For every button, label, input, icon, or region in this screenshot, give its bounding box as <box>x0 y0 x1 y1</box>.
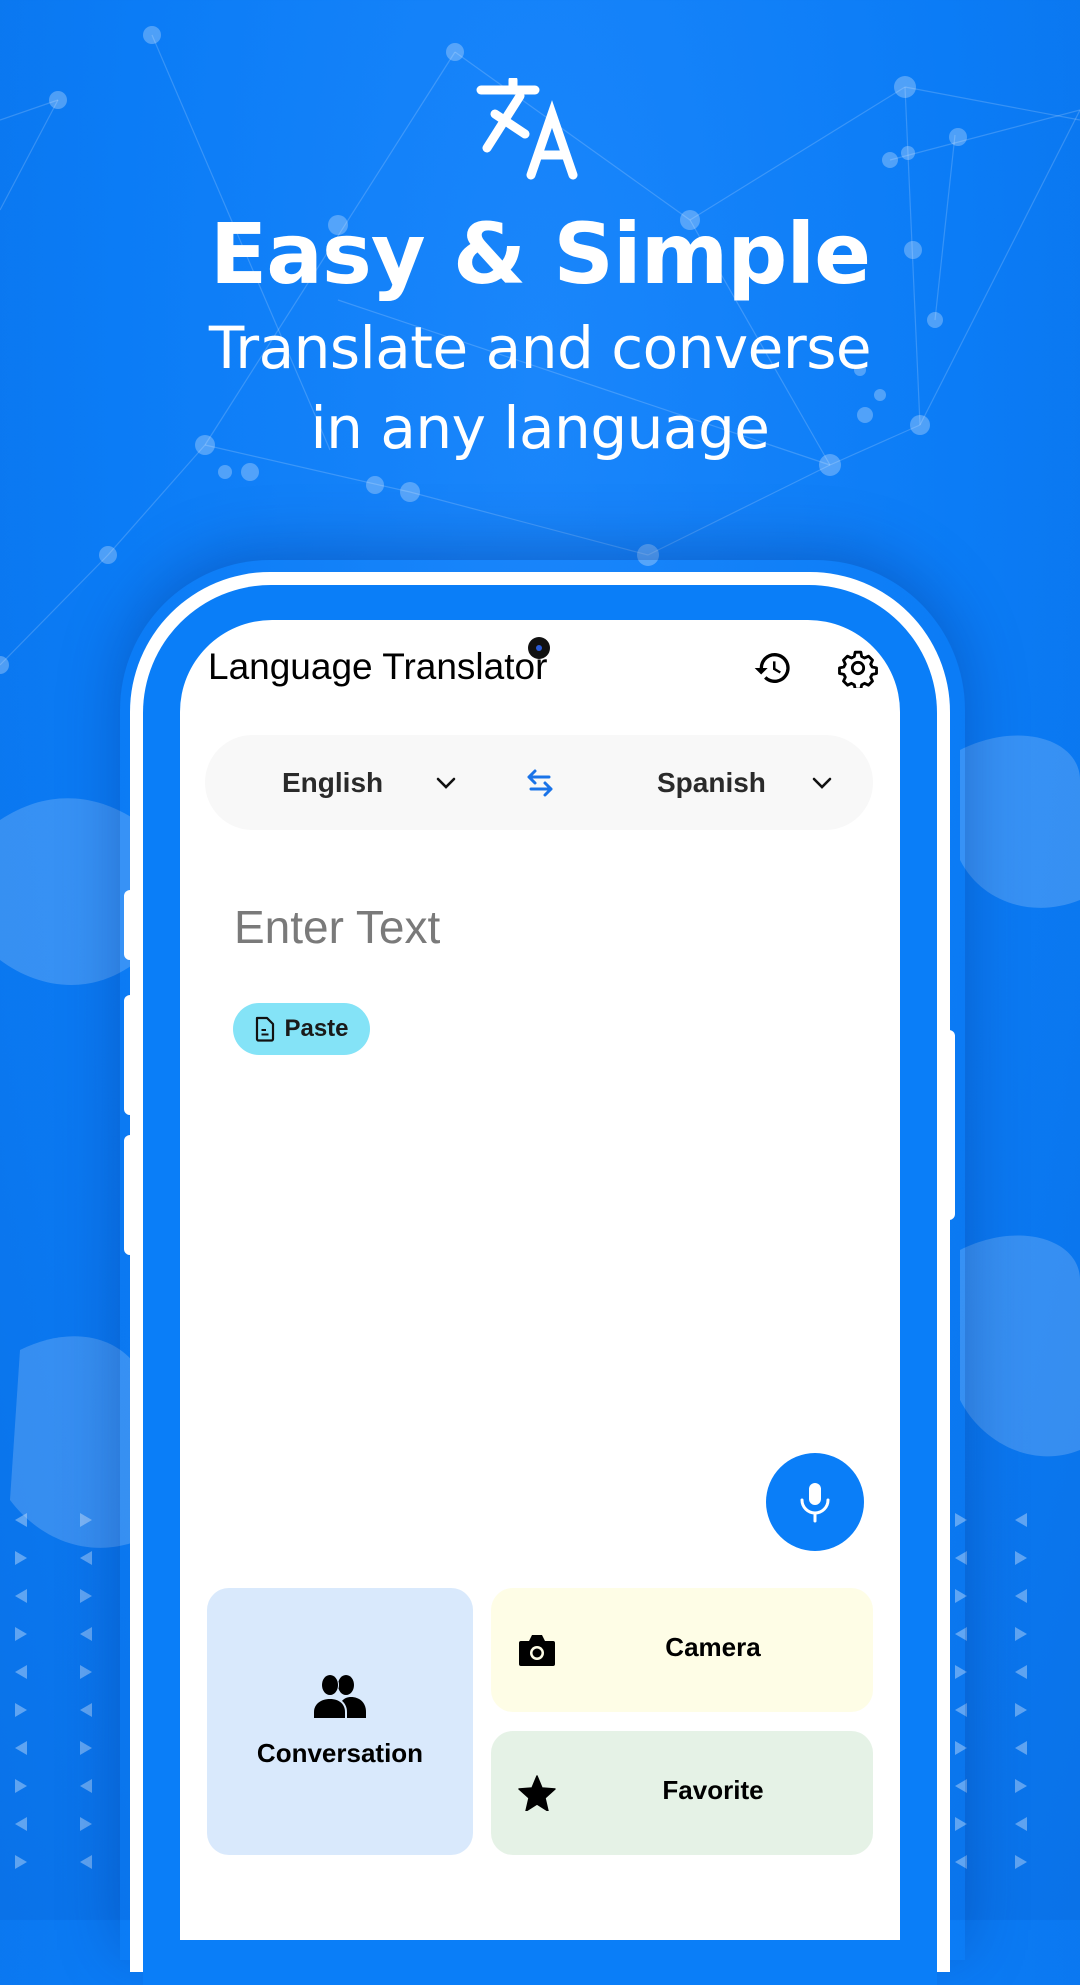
text-input[interactable] <box>234 900 834 954</box>
triangle-decoration <box>15 1779 27 1793</box>
conversation-card[interactable]: Conversation <box>207 1588 473 1855</box>
hero-subtitle-line-2: in any language <box>310 394 770 462</box>
camera-card[interactable]: Camera <box>491 1588 873 1712</box>
chevron-down-icon <box>436 777 456 789</box>
microphone-icon <box>800 1483 830 1523</box>
triangle-decoration <box>15 1627 27 1641</box>
history-icon[interactable] <box>753 648 793 688</box>
triangle-decoration <box>80 1817 92 1831</box>
source-language-dropdown[interactable]: English <box>270 760 460 805</box>
triangle-decoration <box>15 1741 27 1755</box>
triangle-decoration <box>1015 1627 1027 1641</box>
triangle-decoration <box>1015 1741 1027 1755</box>
camera-label-wrap: Camera <box>491 1632 873 1663</box>
phone-side-button-right <box>942 1030 955 1220</box>
triangle-decoration <box>15 1817 27 1831</box>
phone-side-button-left-3 <box>124 1135 138 1255</box>
triangle-decoration <box>80 1627 92 1641</box>
triangle-decoration <box>1015 1513 1027 1527</box>
triangle-decoration <box>1015 1589 1027 1603</box>
triangle-decoration <box>1015 1665 1027 1679</box>
hero-subtitle: Translate and converse in any language <box>0 308 1080 468</box>
paste-button[interactable]: Paste <box>233 1003 370 1055</box>
document-icon <box>256 1016 275 1042</box>
triangle-decoration <box>80 1589 92 1603</box>
triangle-decoration <box>80 1779 92 1793</box>
phone-side-button-left-1 <box>124 890 138 960</box>
triangle-decoration <box>80 1551 92 1565</box>
triangle-decoration <box>80 1741 92 1755</box>
conversation-label: Conversation <box>256 1738 424 1768</box>
favorite-label: Favorite <box>662 1775 764 1805</box>
triangle-decoration <box>15 1589 27 1603</box>
favorite-card[interactable]: Favorite <box>491 1731 873 1855</box>
triangle-decoration <box>15 1665 27 1679</box>
triangle-decoration <box>80 1703 92 1717</box>
triangle-decoration <box>1015 1855 1027 1869</box>
source-language-label: English <box>282 766 384 798</box>
translate-icon <box>476 78 578 180</box>
paste-label: Paste <box>284 1015 349 1042</box>
people-icon <box>312 1674 366 1718</box>
phone-side-button-left-2 <box>124 995 138 1115</box>
triangle-decoration <box>15 1513 27 1527</box>
triangle-decoration <box>80 1665 92 1679</box>
swap-arrows-icon[interactable] <box>525 768 555 798</box>
hero-title: Easy & Simple <box>209 205 871 303</box>
chevron-down-icon <box>812 777 832 789</box>
microphone-button[interactable] <box>766 1453 864 1551</box>
triangle-decoration <box>1015 1779 1027 1793</box>
gear-icon[interactable] <box>838 648 878 688</box>
triangle-decoration <box>1015 1703 1027 1717</box>
triangle-decoration <box>80 1855 92 1869</box>
hero-subtitle-line-1: Translate and converse <box>208 314 872 382</box>
triangle-decoration <box>15 1703 27 1717</box>
triangle-decoration <box>1015 1551 1027 1565</box>
camera-label: Camera <box>665 1632 761 1662</box>
triangle-decoration <box>15 1551 27 1565</box>
favorite-label-wrap: Favorite <box>491 1775 873 1806</box>
app-title: Language Translator <box>208 646 548 687</box>
target-language-dropdown[interactable]: Spanish <box>650 760 840 805</box>
target-language-label: Spanish <box>657 766 766 798</box>
triangle-decoration <box>15 1855 27 1869</box>
triangle-decoration <box>1015 1817 1027 1831</box>
